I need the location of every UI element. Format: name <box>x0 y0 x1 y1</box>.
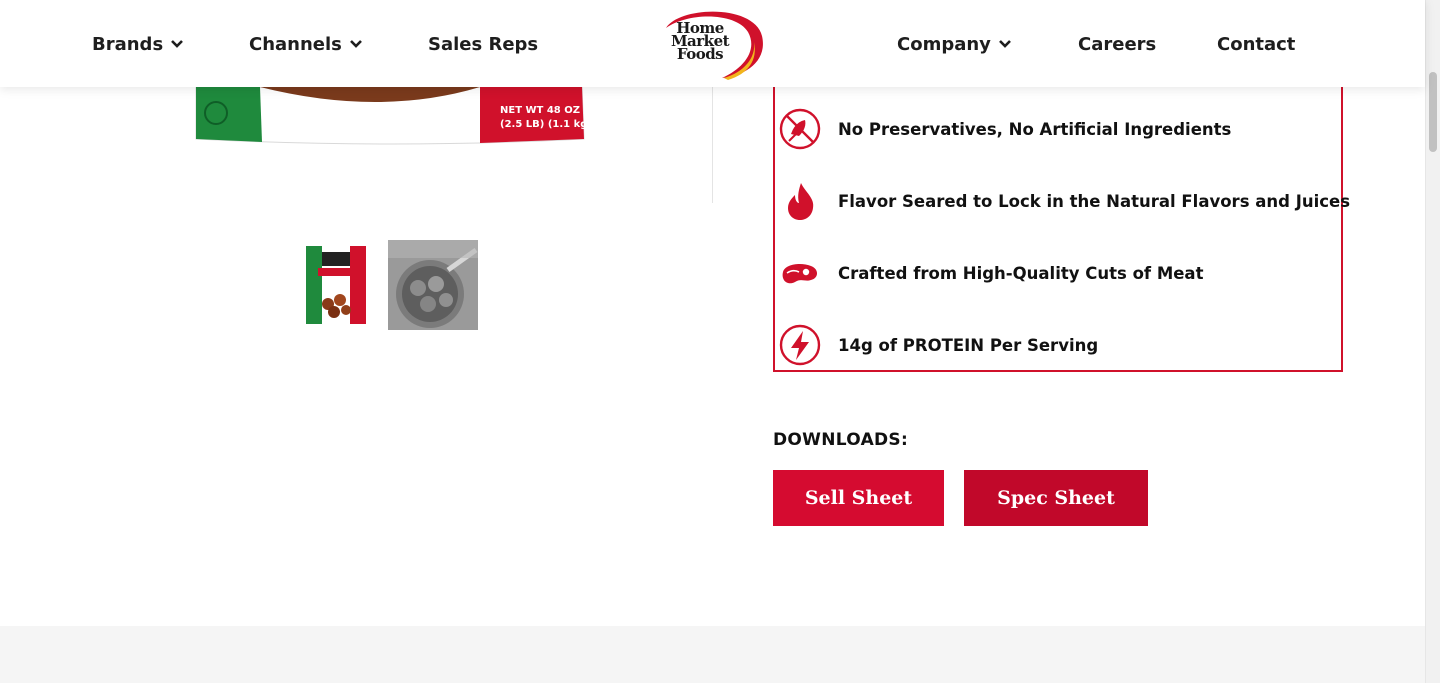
product-image: NET WT 48 OZ (2.5 LB) (1.1 kg) <box>190 86 592 147</box>
chevron-down-icon <box>171 40 184 48</box>
nav-brands-label: Brands <box>92 33 164 55</box>
feature-item: 14g of PROTEIN Per Serving <box>775 322 1335 368</box>
nav-brands[interactable]: Brands <box>92 32 184 56</box>
nav-contact-label: Contact <box>1217 33 1296 55</box>
feature-label: Flavor Seared to Lock in the Natural Fla… <box>838 191 1351 211</box>
nav-contact[interactable]: Contact <box>1217 32 1295 56</box>
sell-sheet-button[interactable]: Sell Sheet <box>773 470 944 526</box>
nav-careers[interactable]: Careers <box>1078 32 1156 56</box>
chevron-down-icon <box>999 40 1011 48</box>
thumbnail-package[interactable] <box>304 242 368 328</box>
feature-label: 14g of PROTEIN Per Serving <box>838 335 1099 355</box>
site-header: Brands Channels Sales Reps Home Market F… <box>0 0 1425 87</box>
nav-company-label: Company <box>897 33 991 55</box>
product-features-box: No Preservatives, No Artificial Ingredie… <box>773 87 1350 372</box>
no-preservatives-icon <box>779 108 821 150</box>
nav-company[interactable]: Company <box>897 32 1012 56</box>
logo-line-3: Foods <box>676 45 724 63</box>
lightning-icon <box>779 324 821 366</box>
spec-sheet-button[interactable]: Spec Sheet <box>964 470 1148 526</box>
bag-net-weight: NET WT 48 OZ <box>500 105 580 116</box>
feature-item: Crafted from High-Quality Cuts of Meat <box>775 250 1335 296</box>
nav-channels-label: Channels <box>249 33 342 55</box>
nav-channels[interactable]: Channels <box>249 32 363 56</box>
nav-sales-reps[interactable]: Sales Reps <box>428 32 538 56</box>
scrollbar-thumb[interactable] <box>1429 72 1437 152</box>
downloads-heading: DOWNLOADS: <box>773 430 909 450</box>
feature-label: Crafted from High-Quality Cuts of Meat <box>838 263 1204 283</box>
steak-icon <box>782 264 817 284</box>
thumbnail-meatballs-pan[interactable] <box>388 240 478 330</box>
gallery-divider <box>712 87 713 203</box>
nav-careers-label: Careers <box>1078 33 1157 55</box>
home-market-foods-logo[interactable]: Home Market Foods <box>658 6 768 82</box>
feature-label: No Preservatives, No Artificial Ingredie… <box>838 119 1232 139</box>
chevron-down-icon <box>349 40 362 48</box>
footer-section <box>0 626 1425 683</box>
nav-sales-reps-label: Sales Reps <box>428 33 539 55</box>
logo-text: Home Market Foods <box>670 21 730 63</box>
feature-item: No Preservatives, No Artificial Ingredie… <box>775 106 1335 152</box>
flame-icon <box>788 183 814 220</box>
feature-item: Flavor Seared to Lock in the Natural Fla… <box>775 178 1350 224</box>
bag-weight-metric: (2.5 LB) (1.1 kg) <box>500 119 588 130</box>
